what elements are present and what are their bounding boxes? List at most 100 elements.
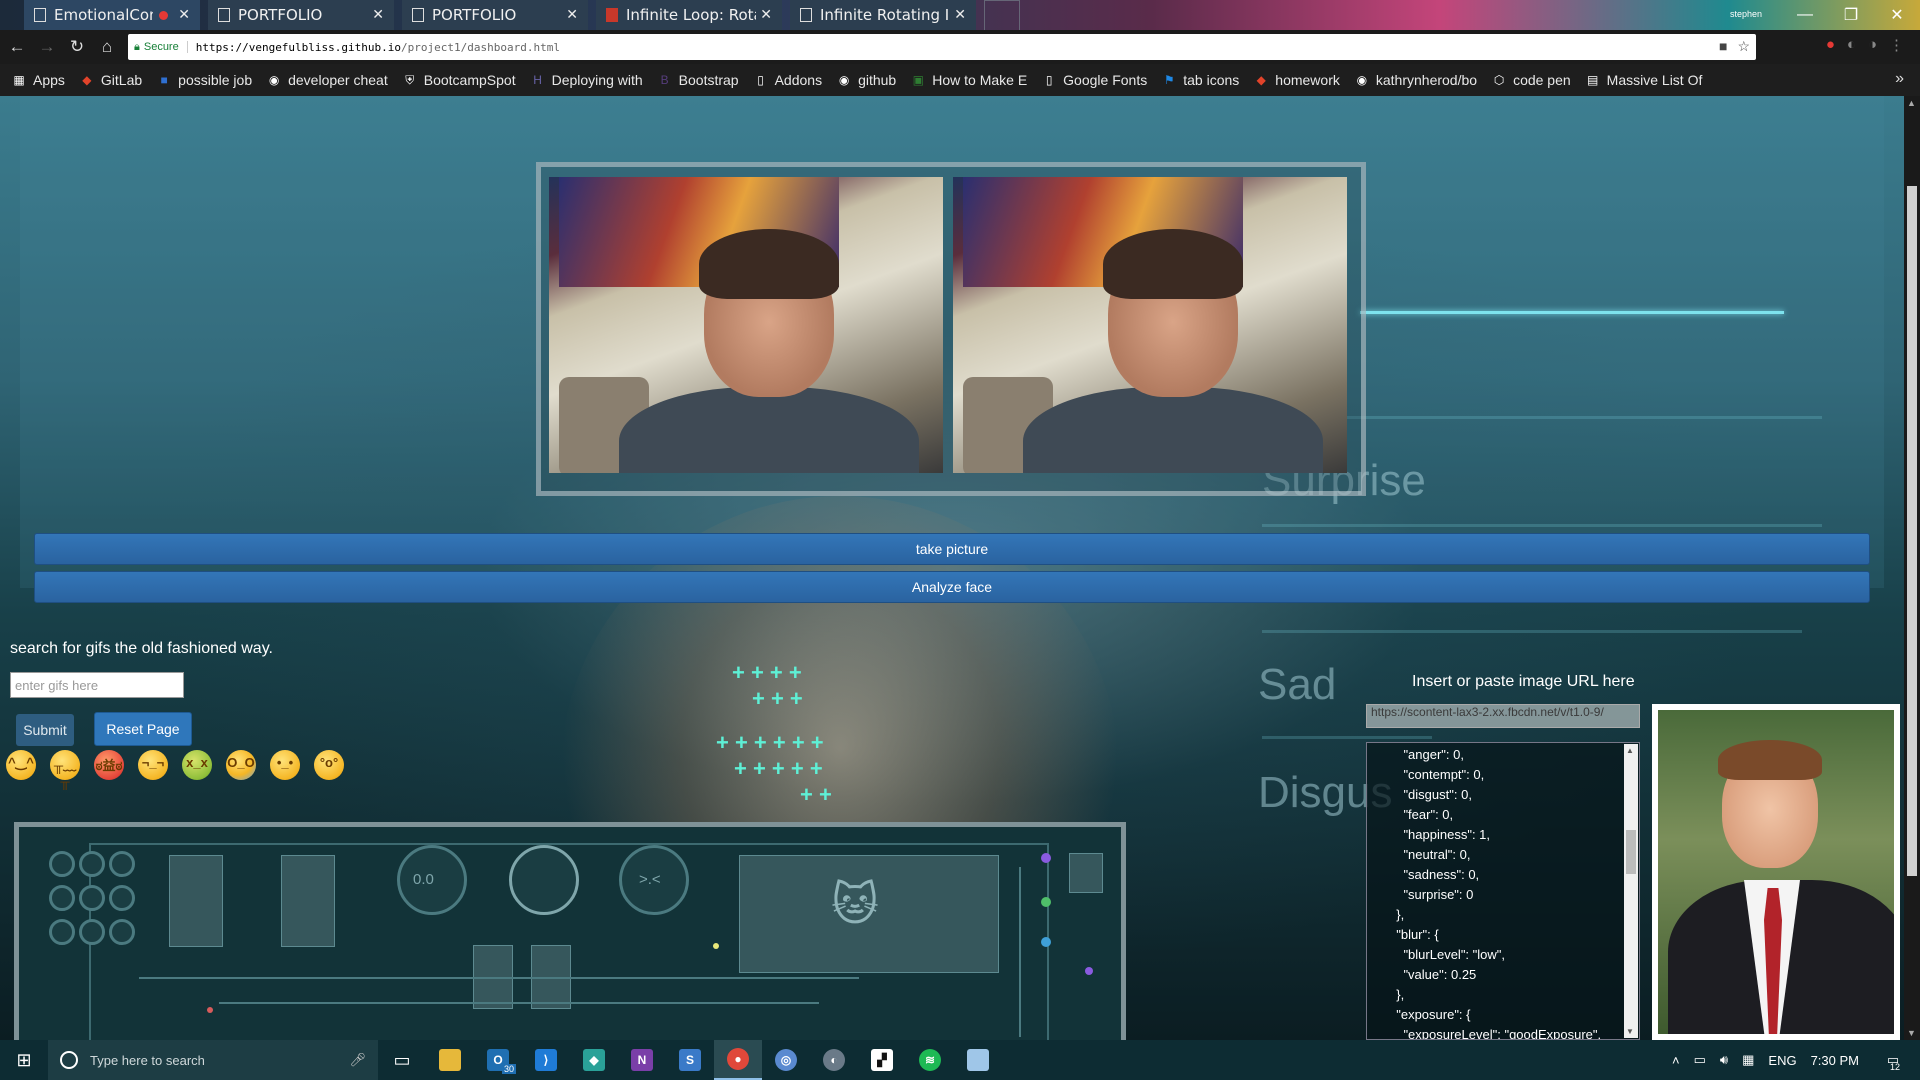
image-url-input[interactable]: https://scontent-lax3-2.xx.fbcdn.net/v/t… (1366, 704, 1640, 728)
network-icon[interactable]: ▦ (1742, 1052, 1754, 1068)
opera-extension-icon[interactable]: ● (1826, 36, 1835, 54)
tab-infinite-loop[interactable]: Infinite Loop: Rota ✕ (596, 0, 782, 30)
battery-icon[interactable]: ▭ (1694, 1052, 1706, 1068)
page-icon: ▯ (757, 73, 764, 87)
lock-icon: 🔒︎ (134, 40, 140, 53)
bookmark-label: Google Fonts (1063, 72, 1148, 88)
tab-infinite-rotating[interactable]: Infinite Rotating In ✕ (790, 0, 976, 30)
angry-emoji-button[interactable]: ಠ益ಠ (94, 750, 124, 780)
chrome-icon[interactable]: ● (714, 1040, 762, 1080)
minimize-icon[interactable]: — (1782, 0, 1828, 30)
bookmark-item[interactable]: ▦ Apps (12, 72, 65, 88)
bookmark-item[interactable]: ◆ GitLab (80, 72, 142, 88)
tab-portfolio-2[interactable]: PORTFOLIO ✕ (402, 0, 588, 30)
close-window-icon[interactable]: ✕ (1874, 0, 1920, 30)
snapshot-frame (536, 162, 1366, 496)
bookmark-item[interactable]: ⬡ code pen (1492, 72, 1571, 88)
json-scrollbar-thumb[interactable] (1626, 830, 1636, 874)
outlook-icon[interactable]: O 30 (474, 1040, 522, 1080)
bookmark-item[interactable]: ⛨ BootcampSpot (403, 72, 515, 88)
neutral-emoji-button[interactable]: •_• (270, 750, 300, 780)
back-arrow-icon[interactable]: ← (4, 34, 30, 60)
restore-icon[interactable]: ❐ (1828, 0, 1874, 30)
home-icon[interactable]: ⌂ (94, 34, 120, 60)
taskbar-search-box[interactable]: Type here to search 🎤︎ (48, 1040, 378, 1080)
close-icon[interactable]: ✕ (760, 7, 772, 23)
camera-icon[interactable]: ■ (1719, 38, 1727, 55)
extension-icon[interactable]: ◐ (1847, 36, 1856, 54)
bookmark-item[interactable]: ◉ kathrynherod/bo (1355, 72, 1477, 88)
git-kraken-icon[interactable]: ◆ (570, 1040, 618, 1080)
unamused-emoji-button[interactable]: ¬_¬ (138, 750, 168, 780)
notifications-icon[interactable]: ▭ 12 (1873, 1052, 1913, 1072)
onenote-icon[interactable]: N (618, 1040, 666, 1080)
menu-dots-icon[interactable]: ⋮ (1889, 36, 1904, 54)
json-scrollbar[interactable]: ▲ ▼ (1624, 744, 1638, 1038)
scroll-down-icon[interactable]: ▼ (1907, 1028, 1916, 1038)
volume-icon[interactable]: 🔊︎ (1720, 1052, 1728, 1068)
bookmark-item[interactable]: ◆ homework (1254, 72, 1340, 88)
windows-start-icon[interactable]: ⊞ (0, 1040, 48, 1080)
close-icon[interactable]: ✕ (566, 7, 578, 23)
bookmarks-overflow-icon[interactable]: » (1895, 70, 1904, 88)
analyze-face-button[interactable]: Analyze face (34, 571, 1870, 603)
bookmark-item[interactable]: ▯ Addons (754, 72, 822, 88)
url-text[interactable]: https://vengefulbliss.github.io/project1… (196, 41, 560, 54)
page-scrollbar[interactable]: ▲ ▼ (1904, 96, 1920, 1040)
take-picture-button[interactable]: take picture (34, 533, 1870, 565)
extension-icon[interactable]: ◑ (1868, 36, 1877, 54)
new-tab-button[interactable] (984, 0, 1020, 30)
app-icon[interactable]: ▞ (858, 1040, 906, 1080)
tab-emotional-control[interactable]: EmotionalControl ✕ (24, 0, 200, 30)
clock[interactable]: 7:30 PM (1811, 1053, 1859, 1068)
chevron-up-icon[interactable]: ˄ (1672, 1053, 1680, 1068)
vscode-icon[interactable]: ⟩ (522, 1040, 570, 1080)
language-indicator[interactable]: ENG (1768, 1053, 1796, 1068)
captured-snapshot (953, 177, 1347, 473)
bookmark-item[interactable]: ▯ Google Fonts (1042, 72, 1147, 88)
profile-name[interactable]: stephen (1730, 9, 1762, 19)
bookmark-label: How to Make E (932, 72, 1028, 88)
notepad-icon[interactable] (954, 1040, 1002, 1080)
bookmark-item[interactable]: B Bootstrap (658, 72, 739, 88)
forward-arrow-icon[interactable]: → (34, 34, 60, 60)
gif-search-input[interactable] (10, 672, 184, 698)
bookmark-label: homework (1275, 72, 1340, 88)
task-view-icon[interactable]: ▭ (378, 1040, 426, 1080)
bookmark-item[interactable]: ⚑ tab icons (1162, 72, 1239, 88)
scroll-down-icon[interactable]: ▼ (1626, 1027, 1634, 1036)
microphone-icon[interactable]: 🎤︎ (349, 1052, 366, 1068)
close-icon[interactable]: ✕ (372, 7, 384, 23)
url-bar[interactable]: 🔒︎ Secure https://vengefulbliss.github.i… (128, 34, 1756, 60)
star-icon[interactable]: ☆ (1737, 38, 1750, 55)
page-icon (34, 8, 46, 22)
sick-emoji-button[interactable]: x_x (182, 750, 212, 780)
close-icon[interactable]: ✕ (178, 7, 190, 23)
bookmark-item[interactable]: ■ possible job (157, 72, 253, 88)
reset-page-button[interactable]: Reset Page (94, 712, 192, 746)
analysis-json-output[interactable]: "anger": 0, "contempt": 0, "disgust": 0,… (1366, 742, 1640, 1040)
page-scrollbar-thumb[interactable] (1907, 186, 1917, 876)
happy-emoji-button[interactable]: ^‿^ (6, 750, 36, 780)
file-explorer-icon[interactable] (426, 1040, 474, 1080)
close-icon[interactable]: ✕ (954, 7, 966, 23)
bookmark-item[interactable]: ▤ Massive List Of (1586, 72, 1702, 88)
bookmark-item[interactable]: ▣ How to Make E (911, 72, 1028, 88)
app-icon[interactable]: ◎ (762, 1040, 810, 1080)
skype-business-icon[interactable]: S (666, 1040, 714, 1080)
tab-portfolio-1[interactable]: PORTFOLIO ✕ (208, 0, 394, 30)
surprised-emoji-button[interactable]: °o° (314, 750, 344, 780)
fear-emoji-button[interactable]: O_O (226, 750, 256, 780)
submit-button[interactable]: Submit (16, 714, 74, 746)
bookmark-item[interactable]: H Deploying with (531, 72, 642, 88)
sad-emoji-button[interactable]: ╥﹏╥ (50, 750, 80, 789)
tab-title: PORTFOLIO (238, 6, 323, 24)
bookmark-item[interactable]: ◉ developer cheat (267, 72, 388, 88)
scroll-up-icon[interactable]: ▲ (1626, 746, 1634, 755)
bookmark-item[interactable]: ◉ github (837, 72, 896, 88)
page-icon (800, 8, 812, 22)
scroll-up-icon[interactable]: ▲ (1907, 98, 1916, 108)
app-icon[interactable]: ◐ (810, 1040, 858, 1080)
reload-icon[interactable]: ↻ (64, 34, 90, 60)
spotify-icon[interactable]: ≋ (906, 1040, 954, 1080)
